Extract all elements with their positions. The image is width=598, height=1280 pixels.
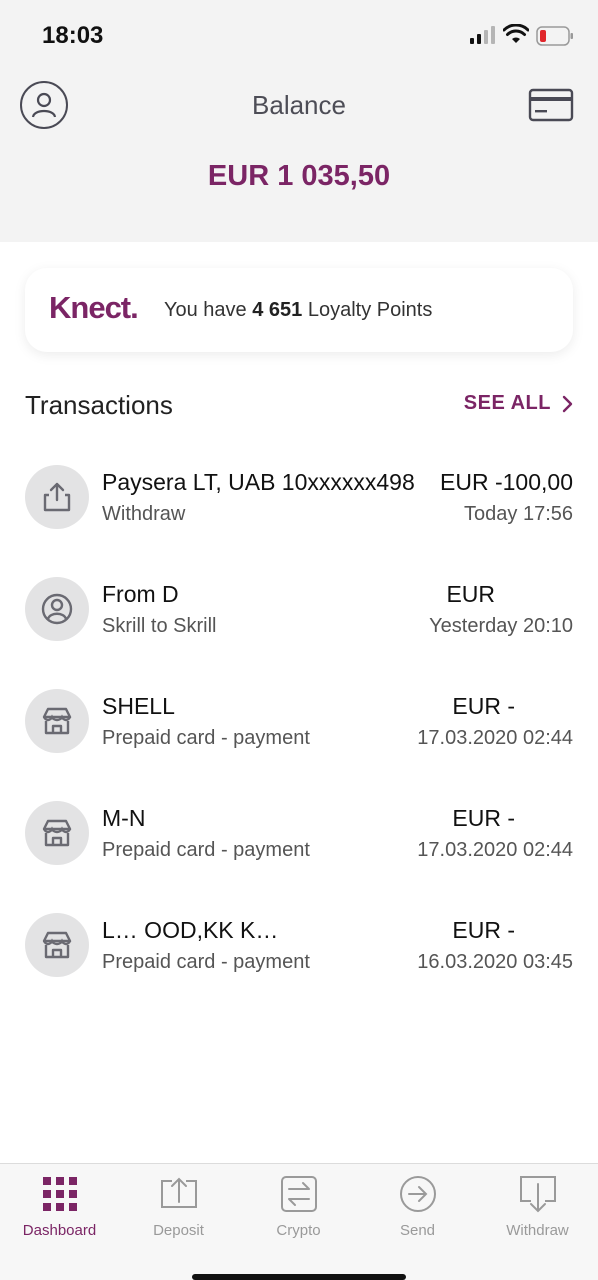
upload-icon xyxy=(25,465,89,529)
transaction-type: Withdraw xyxy=(102,503,186,525)
transactions-header: Transactions SEE ALL xyxy=(25,388,573,420)
transaction-list: Paysera LT, UAB 10xxxxxx498 Withdraw EUR… xyxy=(25,458,573,1018)
shop-icon xyxy=(25,913,89,977)
transaction-date: 17.03.2020 02:44 xyxy=(417,839,573,861)
transaction-date: Today 17:56 xyxy=(464,503,573,525)
transaction-amount: EUR -100,00 xyxy=(440,469,573,495)
transaction-type: Prepaid card - payment xyxy=(102,727,310,749)
tab-label: Send xyxy=(399,1222,436,1239)
see-all-button[interactable]: SEE ALL xyxy=(464,392,573,415)
transaction-amount: EUR xyxy=(446,581,495,607)
battery-icon xyxy=(536,26,573,46)
transaction-row[interactable]: Paysera LT, UAB 10xxxxxx498 Withdraw EUR… xyxy=(25,458,573,570)
transaction-date: 16.03.2020 03:45 xyxy=(417,951,573,973)
transactions-title: Transactions xyxy=(25,390,173,420)
deposit-icon xyxy=(160,1177,197,1208)
app-header: Balance xyxy=(0,70,598,142)
page-title: Balance xyxy=(252,90,346,120)
withdraw-icon xyxy=(519,1176,556,1213)
tab-label: Crypto xyxy=(276,1222,321,1239)
bottom-tab-bar: Dashboard Deposit Crypto Send Withdraw xyxy=(0,1163,598,1280)
transaction-amount: EUR - xyxy=(452,693,515,719)
shop-icon xyxy=(25,801,89,865)
transaction-name: M-N xyxy=(102,805,146,831)
tab-dashboard[interactable]: Dashboard xyxy=(0,1174,119,1254)
transaction-name: Paysera LT, UAB 10xxxxxx498 xyxy=(102,469,415,495)
balance-amount: EUR 1 035,50 xyxy=(207,160,391,192)
loyalty-card[interactable]: Knect. You have 4 651 Loyalty Points xyxy=(25,268,573,352)
home-indicator xyxy=(192,1274,406,1280)
see-all-label: SEE ALL xyxy=(463,392,551,414)
tab-label: Deposit xyxy=(153,1222,204,1239)
tab-deposit[interactable]: Deposit xyxy=(119,1174,238,1254)
grid-icon xyxy=(42,1177,77,1211)
transaction-name: SHELL xyxy=(102,693,175,719)
knect-logo: Knect. xyxy=(49,290,139,325)
transaction-row[interactable]: SHELL Prepaid card - payment EUR - 17.03… xyxy=(25,682,573,794)
status-time: 18:03 xyxy=(42,22,104,49)
tab-label: Dashboard xyxy=(22,1222,97,1239)
person-icon xyxy=(25,577,89,641)
transaction-row[interactable]: M-N Prepaid card - payment EUR - 17.03.2… xyxy=(25,794,573,906)
transaction-name: L… OOD,KK K… xyxy=(102,917,279,943)
chevron-right-icon xyxy=(562,395,573,412)
transaction-name: From D xyxy=(102,581,179,607)
transaction-amount: EUR - xyxy=(452,805,515,831)
loyalty-text: You have 4 651 Loyalty Points xyxy=(164,299,432,322)
tab-label: Withdraw xyxy=(506,1222,569,1239)
shop-icon xyxy=(25,689,89,753)
loyalty-prefix: You have xyxy=(164,299,253,321)
transaction-type: Prepaid card - payment xyxy=(102,839,310,861)
signal-icon xyxy=(470,26,495,44)
transaction-row[interactable]: L… OOD,KK K… Prepaid card - payment EUR … xyxy=(25,906,573,1018)
transaction-type: Prepaid card - payment xyxy=(102,951,310,973)
status-bar: 18:03 xyxy=(0,0,598,70)
transaction-date: Yesterday 20:10 xyxy=(429,615,573,637)
tab-send[interactable]: Send xyxy=(358,1174,477,1254)
transaction-type: Skrill to Skrill xyxy=(102,615,217,637)
card-icon[interactable] xyxy=(528,88,574,122)
exchange-icon xyxy=(280,1176,317,1212)
tab-withdraw[interactable]: Withdraw xyxy=(478,1174,597,1254)
loyalty-suffix: Loyalty Points xyxy=(302,299,433,321)
transaction-amount: EUR - xyxy=(452,917,515,943)
send-icon xyxy=(399,1176,436,1212)
transaction-date: 17.03.2020 02:44 xyxy=(417,727,573,749)
loyalty-points: 4 651 xyxy=(252,299,303,321)
tab-crypto[interactable]: Crypto xyxy=(239,1174,358,1254)
transaction-row[interactable]: From D Skrill to Skrill EUR Yesterday 20… xyxy=(25,570,573,682)
wifi-icon xyxy=(503,24,529,43)
